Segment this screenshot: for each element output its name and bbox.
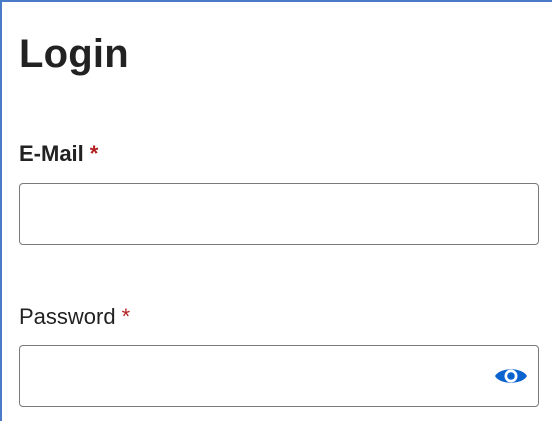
password-label: Password * xyxy=(19,303,130,331)
email-label: E-Mail * xyxy=(19,140,98,168)
email-field[interactable] xyxy=(20,184,538,244)
email-label-text: E-Mail xyxy=(19,141,84,166)
password-label-text: Password xyxy=(19,304,116,329)
password-required-marker: * xyxy=(121,304,131,329)
page-title: Login xyxy=(19,32,129,76)
password-field-container xyxy=(19,345,539,407)
login-panel: Login E-Mail * Password * xyxy=(0,0,552,421)
eye-icon-graphic xyxy=(495,369,527,383)
eye-icon[interactable] xyxy=(494,364,528,388)
password-field[interactable] xyxy=(20,346,538,406)
email-field-container xyxy=(19,183,539,245)
email-required-marker: * xyxy=(89,141,99,166)
